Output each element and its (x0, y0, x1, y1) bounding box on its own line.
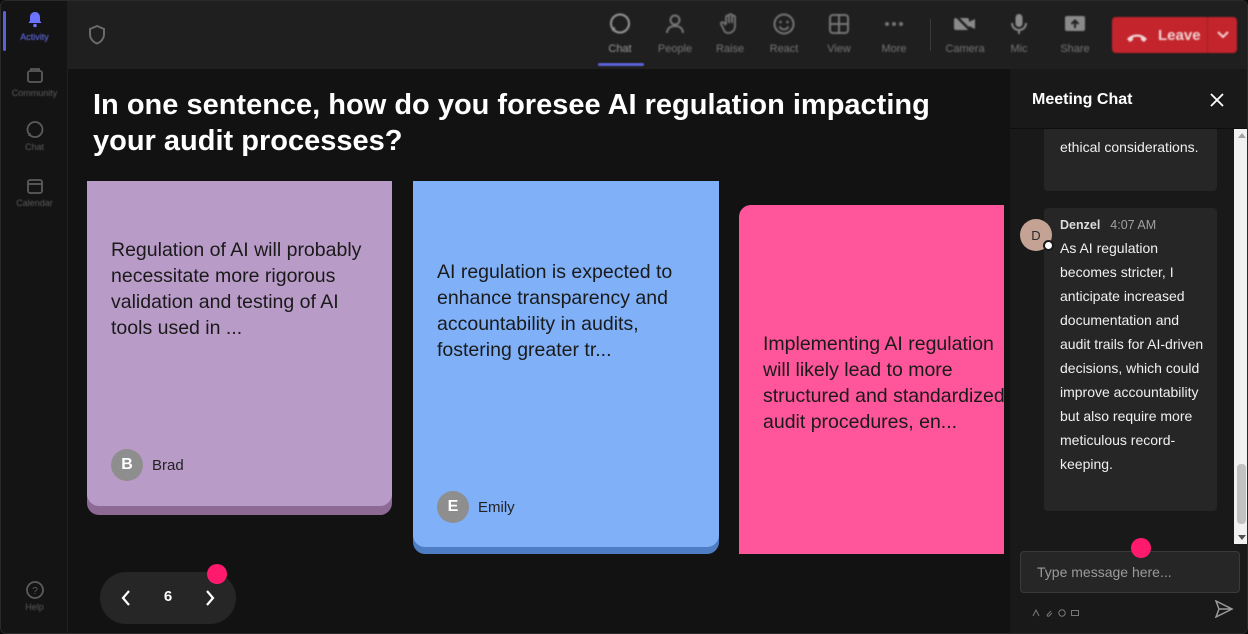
composer-toolbar (1032, 604, 1079, 617)
rail-item-chat[interactable]: Chat (1, 119, 68, 165)
toolbar-divider (930, 19, 931, 51)
grid-icon (826, 11, 852, 37)
chevron-down-icon[interactable] (1207, 17, 1237, 53)
chat-title: Meeting Chat (1032, 91, 1133, 108)
meeting-chat-panel: Meeting Chat ethical considerations. Den… (1010, 69, 1247, 633)
view-button-label: View (827, 43, 851, 55)
scrollbar-thumb[interactable] (1237, 464, 1246, 524)
people-button[interactable]: People (648, 11, 702, 63)
question-title: In one sentence, how do you foresee AI r… (93, 89, 930, 157)
rail-item-label: Community (11, 88, 58, 98)
active-tab-indicator (598, 63, 644, 66)
card-author: B Brad (111, 449, 184, 481)
page-number: 6 (163, 588, 173, 605)
camera-off-icon (952, 11, 978, 37)
hand-icon (717, 11, 743, 37)
svg-text:?: ? (32, 586, 38, 597)
left-rail: Activity Community Chat Calendar ? Help (1, 1, 68, 633)
rail-item-activity[interactable]: Activity (1, 9, 68, 55)
people-icon (662, 11, 688, 37)
chat-scrollbar[interactable] (1234, 129, 1247, 544)
card-text: Regulation of AI will probably necessita… (111, 239, 362, 339)
presence-indicator (1043, 240, 1054, 251)
mic-button-label: Mic (1010, 43, 1028, 55)
card-face: AI regulation is expected to enhance tra… (413, 181, 719, 547)
author-name: Emily (478, 498, 515, 516)
gif-icon[interactable] (1071, 604, 1079, 616)
author-name: Brad (152, 456, 184, 474)
view-button[interactable]: View (812, 11, 866, 63)
notification-dot (207, 564, 227, 584)
more-button[interactable]: More (867, 11, 921, 63)
chat-icon (24, 119, 46, 141)
leave-button-label: Leave (1158, 26, 1201, 44)
response-card[interactable]: AI regulation is expected to enhance tra… (413, 181, 719, 554)
app-window: Activity Community Chat Calendar ? Help (0, 0, 1248, 634)
leave-button[interactable]: Leave (1112, 17, 1237, 53)
rail-item-calendar[interactable]: Calendar (1, 175, 68, 221)
share-button[interactable]: Share (1048, 11, 1102, 63)
smiley-icon (771, 11, 797, 37)
rail-item-label: Calendar (16, 198, 53, 208)
close-icon[interactable] (1208, 91, 1226, 109)
share-button-label: Share (1060, 43, 1090, 55)
chat-header: Meeting Chat (1010, 69, 1247, 129)
phone-hangup-icon (1126, 30, 1148, 42)
chat-message: ethical considerations. (1044, 129, 1217, 191)
scroll-up-arrow-icon[interactable] (1238, 133, 1246, 138)
people-button-label: People (657, 43, 693, 55)
shield-icon[interactable] (88, 24, 106, 45)
rail-item-community[interactable]: Community (1, 65, 68, 111)
avatar: E (437, 491, 469, 523)
message-time: 4:07 AM (1110, 218, 1157, 232)
scroll-down-arrow-icon[interactable] (1238, 535, 1246, 540)
card-text: AI regulation is expected to enhance tra… (437, 261, 673, 361)
bell-icon (24, 9, 46, 31)
chat-message-input[interactable] (1021, 552, 1239, 592)
card-face: Regulation of AI will probably necessita… (87, 181, 392, 506)
rail-item-label: Help (25, 602, 44, 612)
rail-item-label: Chat (24, 142, 44, 152)
avatar: B (111, 449, 143, 481)
mic-button[interactable]: Mic (992, 11, 1046, 63)
chat-icon (607, 11, 633, 37)
raise-button-label: Raise (715, 43, 745, 55)
camera-button[interactable]: Camera (938, 11, 992, 63)
chat-message-list[interactable]: ethical considerations. Denzel 4:07 AM As… (1010, 129, 1234, 544)
react-button-label: React (769, 43, 799, 55)
meeting-toolbar: Chat People Raise React View More Camera (68, 1, 1247, 69)
chat-button-label: Chat (608, 43, 632, 55)
format-icon[interactable] (1032, 604, 1040, 617)
raise-hand-button[interactable]: Raise (703, 11, 757, 63)
card-author: E Emily (437, 491, 515, 523)
rail-item-label: Activity (20, 32, 49, 42)
card-text: Implementing AI regulation will likely l… (763, 333, 1004, 433)
emoji-icon[interactable] (1058, 604, 1066, 617)
calendar-icon (24, 175, 46, 197)
response-card[interactable]: Implementing AI regulation will likely l… (739, 205, 1004, 554)
help-icon: ? (24, 579, 46, 601)
share-screen-icon (1062, 11, 1088, 37)
more-dots-icon (881, 11, 907, 37)
chat-message: Denzel 4:07 AM As AI regulation becomes s… (1044, 208, 1217, 511)
attach-icon[interactable] (1045, 604, 1053, 617)
mic-icon (1006, 11, 1032, 37)
react-button[interactable]: React (757, 11, 811, 63)
rail-item-help[interactable]: ? Help (1, 579, 68, 625)
camera-button-label: Camera (945, 43, 985, 55)
chat-input-box[interactable] (1020, 551, 1240, 593)
chevron-left-icon[interactable] (114, 586, 138, 610)
community-icon (24, 65, 46, 87)
message-meta: Denzel 4:07 AM (1060, 218, 1156, 232)
chat-button[interactable]: Chat (593, 11, 647, 63)
chevron-right-icon[interactable] (198, 586, 222, 610)
send-icon[interactable] (1214, 599, 1234, 619)
message-text: ethical considerations. (1060, 139, 1199, 155)
notification-dot (1131, 538, 1151, 558)
response-card[interactable]: Regulation of AI will probably necessita… (87, 181, 392, 515)
more-button-label: More (881, 43, 907, 55)
message-sender: Denzel (1060, 218, 1101, 232)
message-text: As AI regulation becomes stricter, I ant… (1060, 240, 1204, 472)
